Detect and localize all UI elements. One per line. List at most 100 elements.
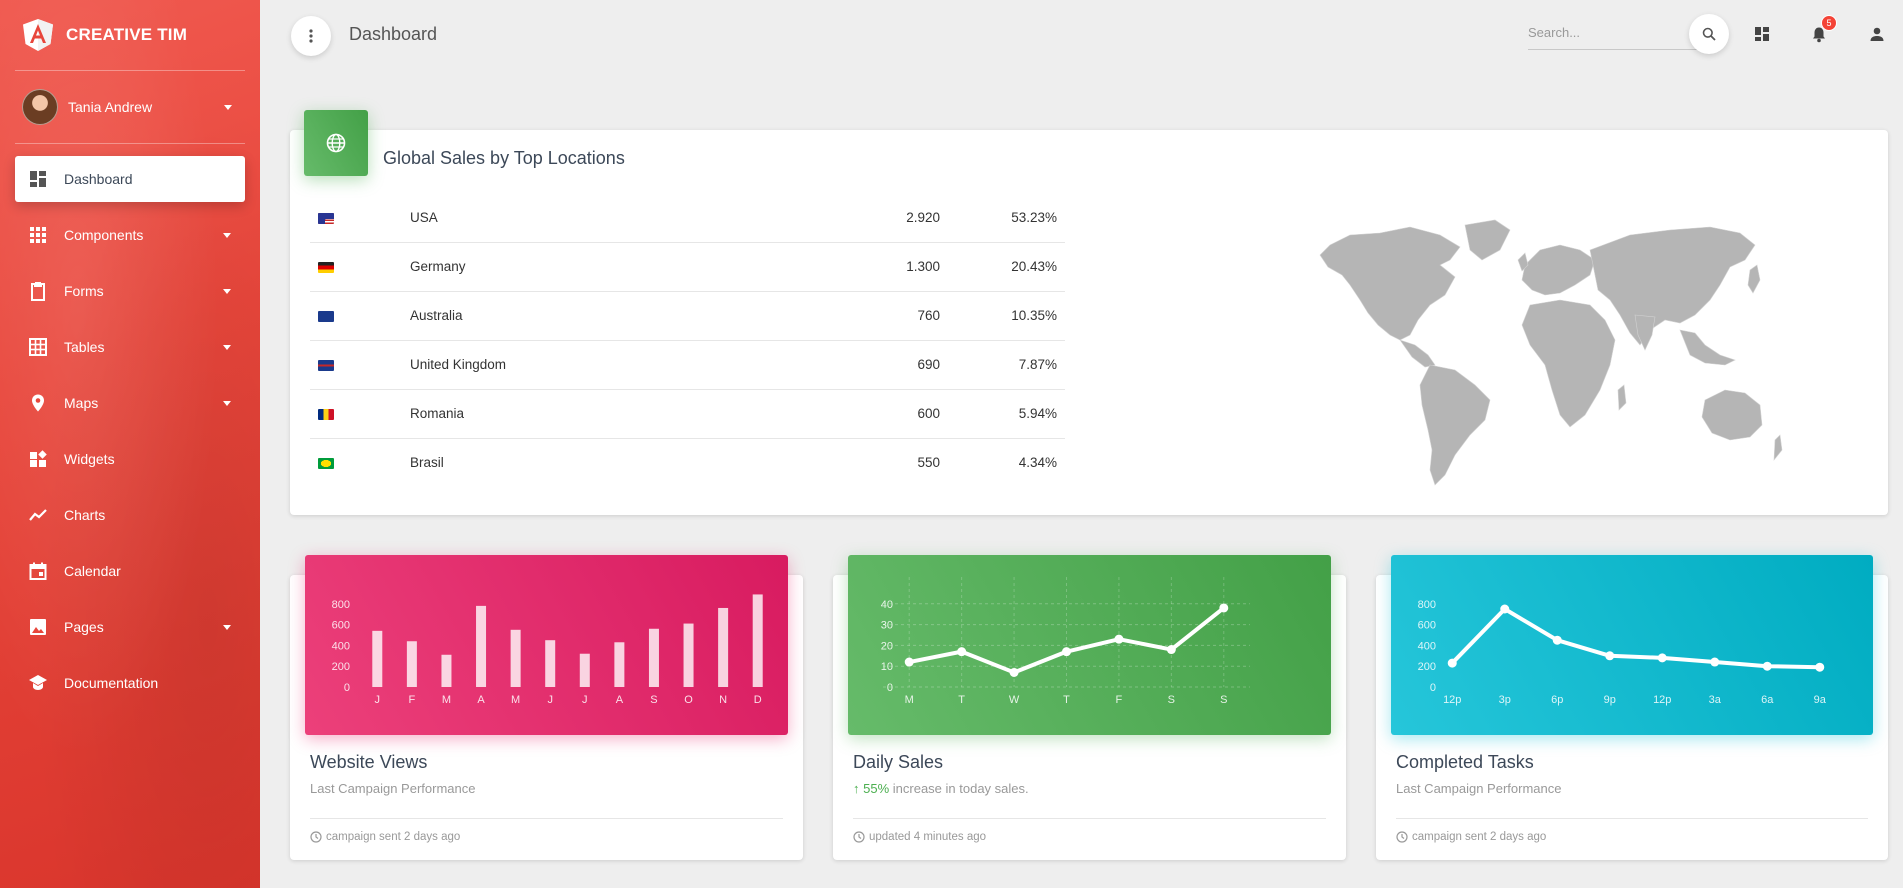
bar[interactable] bbox=[718, 607, 729, 687]
y-tick-label: 0 bbox=[344, 682, 350, 694]
caret-down-icon bbox=[223, 400, 231, 406]
sidebar-item-charts[interactable]: Charts bbox=[15, 492, 245, 538]
clock-icon bbox=[853, 831, 865, 843]
greenland-shape bbox=[1464, 219, 1511, 261]
sidebar-item-tables[interactable]: Tables bbox=[15, 324, 245, 370]
sidebar-item-label: Forms bbox=[64, 283, 104, 299]
bar[interactable] bbox=[476, 605, 487, 687]
x-tick-label: J bbox=[375, 694, 381, 706]
central-america-shape bbox=[1399, 339, 1436, 368]
search-field bbox=[1528, 16, 1698, 50]
daily-sales-card: 40 30 20 10 0 M T W T F S S Daily Sales ↑ 55% incre… bbox=[833, 555, 1346, 860]
data-point[interactable] bbox=[957, 647, 967, 657]
y-tick-label: 20 bbox=[881, 640, 893, 652]
brand[interactable]: CREATIVE TIM bbox=[0, 0, 245, 70]
bar[interactable] bbox=[372, 630, 383, 687]
x-tick-label: 3p bbox=[1499, 694, 1511, 706]
data-point[interactable] bbox=[1062, 647, 1071, 657]
x-tick-label: 12p bbox=[1443, 694, 1461, 706]
data-point[interactable] bbox=[1447, 658, 1457, 668]
data-point[interactable] bbox=[1657, 653, 1667, 663]
bar[interactable] bbox=[545, 640, 556, 687]
chart-footer-text: campaign sent 2 days ago bbox=[1412, 831, 1547, 843]
search-input[interactable] bbox=[1528, 16, 1698, 49]
bar[interactable] bbox=[406, 641, 417, 687]
table-row: Germany 1.300 20.43% bbox=[310, 242, 1065, 292]
de-flag bbox=[318, 261, 334, 273]
sidebar-item-calendar[interactable]: Calendar bbox=[15, 548, 245, 594]
data-point[interactable] bbox=[1009, 667, 1019, 677]
caret-down-icon bbox=[224, 104, 232, 110]
bar[interactable] bbox=[683, 623, 694, 687]
sidebar-item-documentation[interactable]: Documentation bbox=[15, 660, 245, 706]
table-row: Australia 760 10.35% bbox=[310, 291, 1065, 341]
notifications-button[interactable]: 5 bbox=[1807, 15, 1837, 46]
flag-cell bbox=[310, 242, 410, 292]
data-point[interactable] bbox=[1166, 645, 1176, 655]
sidebar-item-maps[interactable]: Maps bbox=[15, 380, 245, 426]
y-tick-label: 200 bbox=[332, 661, 350, 673]
sales-percent: 7.87% bbox=[940, 340, 1065, 390]
country-name: Brasil bbox=[410, 455, 444, 471]
dashboard-icon bbox=[1755, 27, 1769, 41]
y-tick-label: 800 bbox=[1418, 599, 1436, 611]
x-tick-label: A bbox=[616, 694, 624, 706]
flag-cell bbox=[310, 340, 410, 390]
sidebar-item-forms[interactable]: Forms bbox=[15, 268, 245, 314]
chart-footer: campaign sent 2 days ago bbox=[310, 831, 460, 843]
dashboard-button[interactable] bbox=[1750, 22, 1774, 46]
x-tick-label: 9a bbox=[1814, 694, 1827, 706]
sales-percent: 20.43% bbox=[940, 242, 1065, 292]
globe-icon bbox=[326, 133, 346, 153]
sales-value: 690 bbox=[740, 340, 940, 390]
world-map[interactable] bbox=[1250, 205, 1790, 495]
x-tick-label: M bbox=[442, 694, 451, 706]
caret-down-icon bbox=[223, 344, 231, 350]
sales-percent: 10.35% bbox=[940, 291, 1065, 341]
school-icon bbox=[28, 673, 48, 693]
flag-cell bbox=[310, 291, 410, 341]
y-tick-label: 30 bbox=[881, 620, 893, 632]
arrow-up-icon: ↑ bbox=[853, 781, 860, 796]
sidebar-item-dashboard[interactable]: Dashboard bbox=[15, 156, 245, 202]
data-point[interactable] bbox=[1114, 634, 1124, 644]
world-map-svg bbox=[1319, 219, 1783, 486]
southeast-asia-shape bbox=[1679, 329, 1736, 366]
data-point[interactable] bbox=[1605, 651, 1615, 661]
x-tick-label: W bbox=[1009, 694, 1020, 706]
india-shape bbox=[1634, 314, 1656, 351]
bar[interactable] bbox=[614, 642, 625, 687]
search-button[interactable] bbox=[1689, 14, 1729, 54]
chart-footer-text: updated 4 minutes ago bbox=[869, 831, 987, 843]
x-tick-label: 12p bbox=[1653, 694, 1671, 706]
chart-subtitle: Last Campaign Performance bbox=[1396, 781, 1562, 796]
x-tick-label: 6p bbox=[1551, 694, 1563, 706]
bar[interactable] bbox=[510, 629, 521, 687]
website-views-chart: 800 600 400 200 0 J F M A M J J A S O N D bbox=[305, 555, 788, 735]
data-point[interactable] bbox=[1500, 604, 1510, 614]
bar[interactable] bbox=[648, 628, 659, 687]
bar[interactable] bbox=[752, 594, 763, 687]
bar[interactable] bbox=[579, 653, 590, 687]
data-point[interactable] bbox=[1219, 603, 1229, 613]
clipboard-icon bbox=[28, 281, 48, 301]
profile-button[interactable] bbox=[1865, 22, 1889, 46]
data-point[interactable] bbox=[1815, 662, 1825, 672]
data-point[interactable] bbox=[1762, 661, 1772, 671]
sidebar-item-pages[interactable]: Pages bbox=[15, 604, 245, 650]
data-point[interactable] bbox=[904, 657, 914, 667]
sidebar-item-widgets[interactable]: Widgets bbox=[15, 436, 245, 482]
y-tick-label: 10 bbox=[881, 661, 893, 673]
sidebar-minimize-button[interactable] bbox=[291, 16, 331, 56]
chart-footer-text: campaign sent 2 days ago bbox=[326, 831, 461, 843]
x-tick-label: S bbox=[1168, 694, 1175, 706]
chart-title: Completed Tasks bbox=[1396, 752, 1534, 772]
data-point[interactable] bbox=[1710, 657, 1720, 667]
gb-flag bbox=[318, 359, 334, 371]
x-tick-label: M bbox=[511, 694, 520, 706]
user-menu[interactable]: Tania Andrew bbox=[0, 71, 260, 143]
bar[interactable] bbox=[441, 654, 452, 687]
data-point[interactable] bbox=[1552, 635, 1562, 645]
sidebar-item-components[interactable]: Components bbox=[15, 212, 245, 258]
increase-percent: 55% bbox=[863, 781, 890, 796]
